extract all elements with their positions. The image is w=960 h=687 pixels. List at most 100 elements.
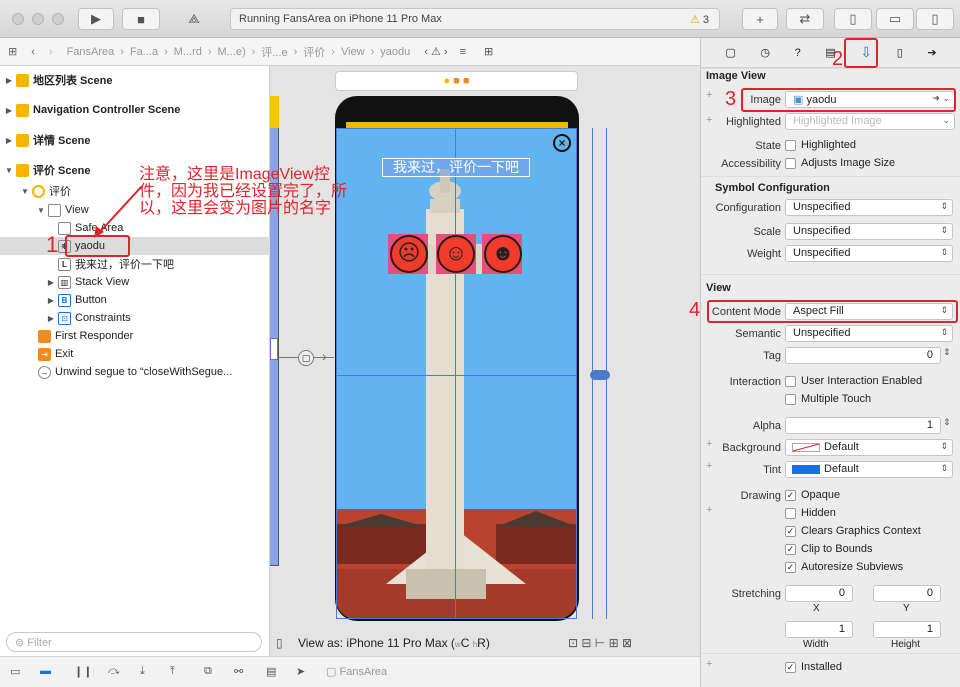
close-icon[interactable]: ×: [553, 134, 571, 152]
file-inspector-icon[interactable]: ▢: [725, 46, 735, 59]
zoom-window-button[interactable]: [52, 13, 64, 25]
highlighted-image-combobox[interactable]: Highlighted Image ⌄: [785, 113, 955, 130]
toggle-inspector-button[interactable]: ▯: [916, 8, 954, 30]
user-interaction-checkbox[interactable]: User Interaction Enabled: [785, 375, 922, 387]
toggle-debug-button[interactable]: ▭: [876, 8, 914, 30]
disclosure-icon[interactable]: ▶: [46, 278, 56, 287]
adjusts-size-checkbox[interactable]: Adjusts Image Size: [785, 157, 895, 169]
environment-icon[interactable]: ▤: [266, 665, 276, 678]
scheme-selector[interactable]: ⟁: [168, 8, 220, 30]
scene-dock[interactable]: ● ■ ■: [335, 71, 578, 91]
breadcrumb-item[interactable]: 评...e: [261, 44, 287, 60]
weight-popup[interactable]: Unspecified ⇕: [785, 245, 953, 262]
stop-button[interactable]: ■: [122, 8, 160, 30]
add-editor-icon[interactable]: ⊞: [484, 45, 493, 58]
add-variation-icon[interactable]: +: [706, 504, 712, 516]
breadcrumb-item[interactable]: 评价: [303, 44, 325, 60]
view-debugger-icon[interactable]: ⧉: [204, 665, 212, 678]
scale-popup[interactable]: Unspecified ⇕: [785, 223, 953, 240]
opaque-checkbox[interactable]: ✓ Opaque: [785, 489, 840, 501]
breadcrumb-item[interactable]: yaodu: [380, 46, 410, 58]
stretch-y-field[interactable]: 0: [873, 585, 941, 602]
stretch-x-field[interactable]: 0: [785, 585, 853, 602]
disclosure-icon[interactable]: ▼: [20, 187, 30, 196]
stretch-height-field[interactable]: 1: [873, 621, 941, 638]
stretch-width-field[interactable]: 1: [785, 621, 853, 638]
tag-field[interactable]: 0: [785, 347, 941, 364]
tree-item[interactable]: ▶ ▥ Stack View: [0, 273, 270, 291]
memory-graph-icon[interactable]: ⚯: [234, 665, 243, 678]
grid-icon[interactable]: ⊞: [8, 45, 17, 58]
library-button[interactable]: +: [742, 8, 778, 30]
run-button[interactable]: ▶: [78, 8, 114, 30]
step-out-icon[interactable]: ⤒: [170, 665, 175, 678]
disclosure-icon[interactable]: ▼: [4, 166, 14, 175]
highlighted-checkbox[interactable]: Highlighted: [785, 139, 856, 151]
tree-item[interactable]: → Unwind segue to “closeWithSegue...: [0, 363, 270, 381]
breadcrumb-item[interactable]: FansArea: [67, 46, 115, 58]
disclosure-icon[interactable]: ▶: [46, 296, 56, 305]
clip-bounds-checkbox[interactable]: ✓ Clip to Bounds: [785, 543, 873, 555]
breadcrumb-item[interactable]: M...rd: [174, 46, 202, 58]
configuration-popup[interactable]: Unspecified ⇕: [785, 199, 953, 216]
title-label[interactable]: 我来过，评价一下吧: [382, 158, 530, 177]
hidden-checkbox[interactable]: Hidden: [785, 507, 836, 519]
tree-item[interactable]: L 我来过，评价一下吧: [0, 255, 270, 273]
tree-item[interactable]: ▶ ⊡ Constraints: [0, 309, 270, 327]
installed-checkbox[interactable]: ✓ Installed: [785, 661, 842, 673]
disclosure-icon[interactable]: ▶: [4, 136, 14, 145]
sad-face-button[interactable]: ☹: [390, 235, 428, 273]
alpha-field[interactable]: 1: [785, 417, 941, 434]
tree-item[interactable]: ⇥ Exit: [0, 345, 270, 363]
layout-tools-icon[interactable]: ⊡ ⊟ ⊢ ⊞ ⊠: [568, 636, 632, 650]
scene-row[interactable]: ▶ 详情 Scene: [0, 131, 270, 149]
storyboard-canvas[interactable]: ▢ › ● ■ ■ 我来过，评价一下吧 × ☹ ☺ ☻ ▯ View as: i…: [270, 66, 700, 656]
connections-inspector-icon[interactable]: ➔: [927, 46, 936, 59]
autoresize-checkbox[interactable]: ✓ Autoresize Subviews: [785, 561, 903, 573]
device-panel-icon[interactable]: ▯: [276, 636, 283, 650]
pause-icon[interactable]: ❙❙: [74, 665, 92, 678]
neutral-face-button[interactable]: ☺: [437, 235, 475, 273]
toggle-console-icon[interactable]: ▭: [10, 665, 20, 678]
breadcrumb-item[interactable]: View: [341, 46, 365, 58]
scene-row[interactable]: ▶ 地区列表 Scene: [0, 71, 270, 89]
clears-graphics-checkbox[interactable]: ✓ Clears Graphics Context: [785, 525, 921, 537]
minimize-window-button[interactable]: [32, 13, 44, 25]
warning-nav-icon[interactable]: ‹ ⚠ ›: [424, 45, 447, 58]
add-variation-icon[interactable]: +: [706, 658, 712, 670]
toggle-navigator-button[interactable]: ▯: [834, 8, 872, 30]
segue-icon[interactable]: ▢: [298, 350, 314, 366]
code-review-button[interactable]: ⇄: [786, 8, 824, 30]
semantic-popup[interactable]: Unspecified ⇕: [785, 325, 953, 342]
tag-stepper[interactable]: ⇕: [943, 347, 951, 358]
forward-icon[interactable]: ›: [49, 46, 53, 58]
step-in-icon[interactable]: ⤓: [140, 665, 145, 678]
tree-item[interactable]: First Responder: [0, 327, 270, 345]
filter-field[interactable]: ⊜ Filter: [6, 632, 262, 652]
scene-row[interactable]: ▶ Navigation Controller Scene: [0, 101, 270, 119]
breadcrumb-item[interactable]: M...e): [218, 46, 246, 58]
background-popup[interactable]: Default ⇕: [785, 439, 953, 456]
disclosure-icon[interactable]: ▶: [4, 76, 14, 85]
constraint-handle[interactable]: [590, 370, 610, 380]
disclosure-icon[interactable]: ▶: [46, 314, 56, 323]
location-icon[interactable]: ➤: [296, 665, 305, 678]
multiple-touch-checkbox[interactable]: Multiple Touch: [785, 393, 871, 405]
alpha-stepper[interactable]: ⇕: [943, 417, 951, 428]
disclosure-icon[interactable]: ▼: [36, 206, 46, 215]
tree-item[interactable]: ▶ B Button: [0, 291, 270, 309]
editor-options-icon[interactable]: ≡: [460, 46, 466, 58]
help-inspector-icon[interactable]: ?: [795, 47, 801, 59]
size-inspector-icon[interactable]: ▯: [897, 46, 903, 59]
tint-popup[interactable]: Default ⇕: [785, 461, 953, 478]
step-over-icon[interactable]: ⤼: [108, 665, 120, 678]
history-inspector-icon[interactable]: ◷: [760, 46, 770, 59]
breakpoints-icon[interactable]: ▬: [40, 665, 51, 677]
disclosure-icon[interactable]: ▶: [4, 106, 14, 115]
back-icon[interactable]: ‹: [31, 46, 35, 58]
view-as-label[interactable]: View as: iPhone 11 Pro Max (: [298, 636, 455, 650]
warning-count[interactable]: ⚠ 3: [690, 13, 709, 26]
breadcrumb-item[interactable]: Fa...a: [130, 46, 158, 58]
close-window-button[interactable]: [12, 13, 24, 25]
process-selector[interactable]: ▢ FansArea: [326, 665, 387, 678]
